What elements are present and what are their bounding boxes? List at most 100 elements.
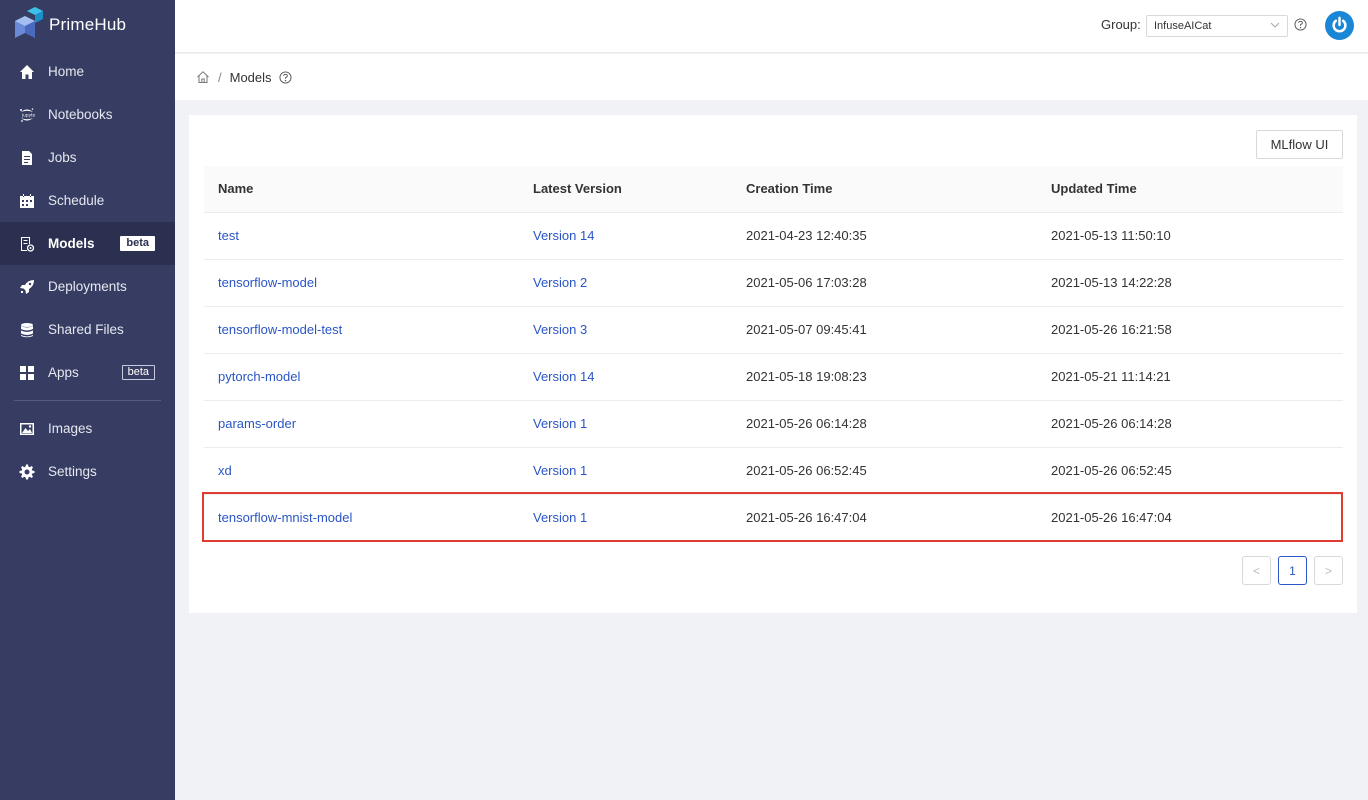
help-icon[interactable] (1294, 18, 1307, 31)
creation-time: 2021-04-23 12:40:35 (732, 212, 1037, 260)
sidebar-item-images[interactable]: Images (0, 407, 175, 450)
creation-time: 2021-05-07 09:45:41 (732, 306, 1037, 354)
sidebar-item-label: Deployments (48, 279, 127, 294)
model-name-link[interactable]: tensorflow-model (218, 275, 317, 290)
model-name-link[interactable]: tensorflow-mnist-model (218, 510, 352, 525)
pagination-page-1[interactable]: 1 (1278, 556, 1307, 585)
sidebar-nav: Home jupyter Notebooks Jobs Schedule Mod… (0, 50, 175, 493)
sidebar-item-shared-files[interactable]: Shared Files (0, 308, 175, 351)
table-row: tensorflow-model Version 2 2021-05-06 17… (204, 259, 1343, 307)
rocket-icon (19, 279, 35, 295)
brand-logo[interactable]: PrimeHub (0, 0, 175, 50)
sidebar-item-home[interactable]: Home (0, 50, 175, 93)
top-header: Group: InfuseAICat (175, 0, 1368, 53)
sidebar-item-label: Home (48, 64, 85, 79)
sidebar-item-label: Shared Files (48, 322, 124, 337)
column-header-latest-version[interactable]: Latest Version (519, 166, 732, 213)
model-name-link[interactable]: tensorflow-model-test (218, 322, 342, 337)
sidebar-item-label: Apps (48, 365, 79, 380)
gear-icon (19, 464, 35, 480)
models-card: MLflow UI Name Latest Version Creation T… (189, 115, 1357, 613)
primehub-logo-icon (15, 7, 43, 38)
updated-time: 2021-05-26 16:21:58 (1037, 306, 1343, 354)
sidebar-item-jobs[interactable]: Jobs (0, 136, 175, 179)
sidebar-item-label: Notebooks (48, 107, 113, 122)
creation-time: 2021-05-26 06:52:45 (732, 447, 1037, 495)
sidebar: PrimeHub Home jupyter Notebooks Jobs Sch… (0, 0, 175, 800)
model-version-link[interactable]: Version 1 (533, 463, 587, 478)
sidebar-item-apps[interactable]: Apps beta (0, 351, 175, 394)
mlflow-ui-button[interactable]: MLflow UI (1256, 130, 1343, 159)
model-version-link[interactable]: Version 3 (533, 322, 587, 337)
updated-time: 2021-05-13 14:22:28 (1037, 259, 1343, 307)
updated-time: 2021-05-21 11:14:21 (1037, 353, 1343, 401)
chevron-left-icon: < (1252, 563, 1260, 578)
chevron-right-icon: > (1324, 563, 1332, 578)
updated-time: 2021-05-13 11:50:10 (1037, 212, 1343, 260)
jupyter-icon: jupyter (19, 107, 35, 123)
group-select-value: InfuseAICat (1154, 20, 1212, 32)
model-version-link[interactable]: Version 1 (533, 416, 587, 431)
group-label: Group: (1101, 17, 1141, 32)
brand-name: PrimeHub (49, 15, 127, 34)
models-icon (19, 236, 35, 252)
user-avatar-button[interactable] (1325, 11, 1354, 40)
breadcrumb: / Models (175, 54, 1368, 100)
table-row: xd Version 1 2021-05-26 06:52:45 2021-05… (204, 447, 1343, 495)
model-name-link[interactable]: xd (218, 463, 232, 478)
image-icon (19, 421, 35, 437)
sidebar-item-schedule[interactable]: Schedule (0, 179, 175, 222)
column-header-updated-time[interactable]: Updated Time (1037, 166, 1343, 213)
model-name-link[interactable]: params-order (218, 416, 296, 431)
table-header-row: Name Latest Version Creation Time Update… (204, 166, 1343, 213)
sidebar-item-label: Schedule (48, 193, 105, 208)
sidebar-divider (14, 400, 161, 401)
table-row: test Version 14 2021-04-23 12:40:35 2021… (204, 212, 1343, 260)
breadcrumb-current: Models (229, 69, 272, 85)
models-table: Name Latest Version Creation Time Update… (204, 166, 1343, 542)
pagination-prev-button[interactable]: < (1242, 556, 1271, 585)
pagination-next-button[interactable]: > (1314, 556, 1343, 585)
beta-badge: beta (120, 236, 155, 251)
jobs-icon (19, 150, 35, 166)
column-header-name[interactable]: Name (204, 166, 519, 213)
sidebar-item-settings[interactable]: Settings (0, 450, 175, 493)
group-select[interactable]: InfuseAICat (1146, 15, 1288, 37)
sidebar-item-models[interactable]: Models beta (0, 222, 175, 265)
table-row: pytorch-model Version 14 2021-05-18 19:0… (204, 353, 1343, 401)
model-name-link[interactable]: pytorch-model (218, 369, 300, 384)
apps-icon (19, 365, 35, 381)
page-number: 1 (1289, 563, 1296, 578)
column-header-creation-time[interactable]: Creation Time (732, 166, 1037, 213)
calendar-icon (19, 193, 35, 209)
model-version-link[interactable]: Version 14 (533, 228, 594, 243)
chevron-down-icon (1270, 22, 1280, 28)
model-version-link[interactable]: Version 1 (533, 510, 587, 525)
table-row: params-order Version 1 2021-05-26 06:14:… (204, 400, 1343, 448)
model-version-link[interactable]: Version 2 (533, 275, 587, 290)
beta-badge: beta (121, 365, 155, 380)
creation-time: 2021-05-06 17:03:28 (732, 259, 1037, 307)
database-icon (19, 322, 35, 338)
updated-time: 2021-05-26 16:47:04 (1037, 494, 1343, 542)
svg-text:jupyter: jupyter (21, 112, 35, 117)
creation-time: 2021-05-26 16:47:04 (732, 494, 1037, 542)
table-row: tensorflow-mnist-model Version 1 2021-05… (204, 494, 1343, 542)
breadcrumb-separator: / (218, 69, 222, 85)
table-row: tensorflow-model-test Version 3 2021-05-… (204, 306, 1343, 354)
sidebar-item-notebooks[interactable]: jupyter Notebooks (0, 93, 175, 136)
updated-time: 2021-05-26 06:14:28 (1037, 400, 1343, 448)
creation-time: 2021-05-18 19:08:23 (732, 353, 1037, 401)
model-name-link[interactable]: test (218, 228, 239, 243)
power-icon (1332, 16, 1347, 33)
creation-time: 2021-05-26 06:14:28 (732, 400, 1037, 448)
sidebar-item-label: Models (48, 236, 95, 251)
updated-time: 2021-05-26 06:52:45 (1037, 447, 1343, 495)
model-version-link[interactable]: Version 14 (533, 369, 594, 384)
sidebar-item-label: Settings (48, 464, 97, 479)
sidebar-item-label: Jobs (48, 150, 77, 165)
sidebar-item-deployments[interactable]: Deployments (0, 265, 175, 308)
home-outline-icon[interactable] (196, 70, 210, 84)
home-icon (19, 64, 35, 80)
help-icon[interactable] (279, 70, 292, 84)
